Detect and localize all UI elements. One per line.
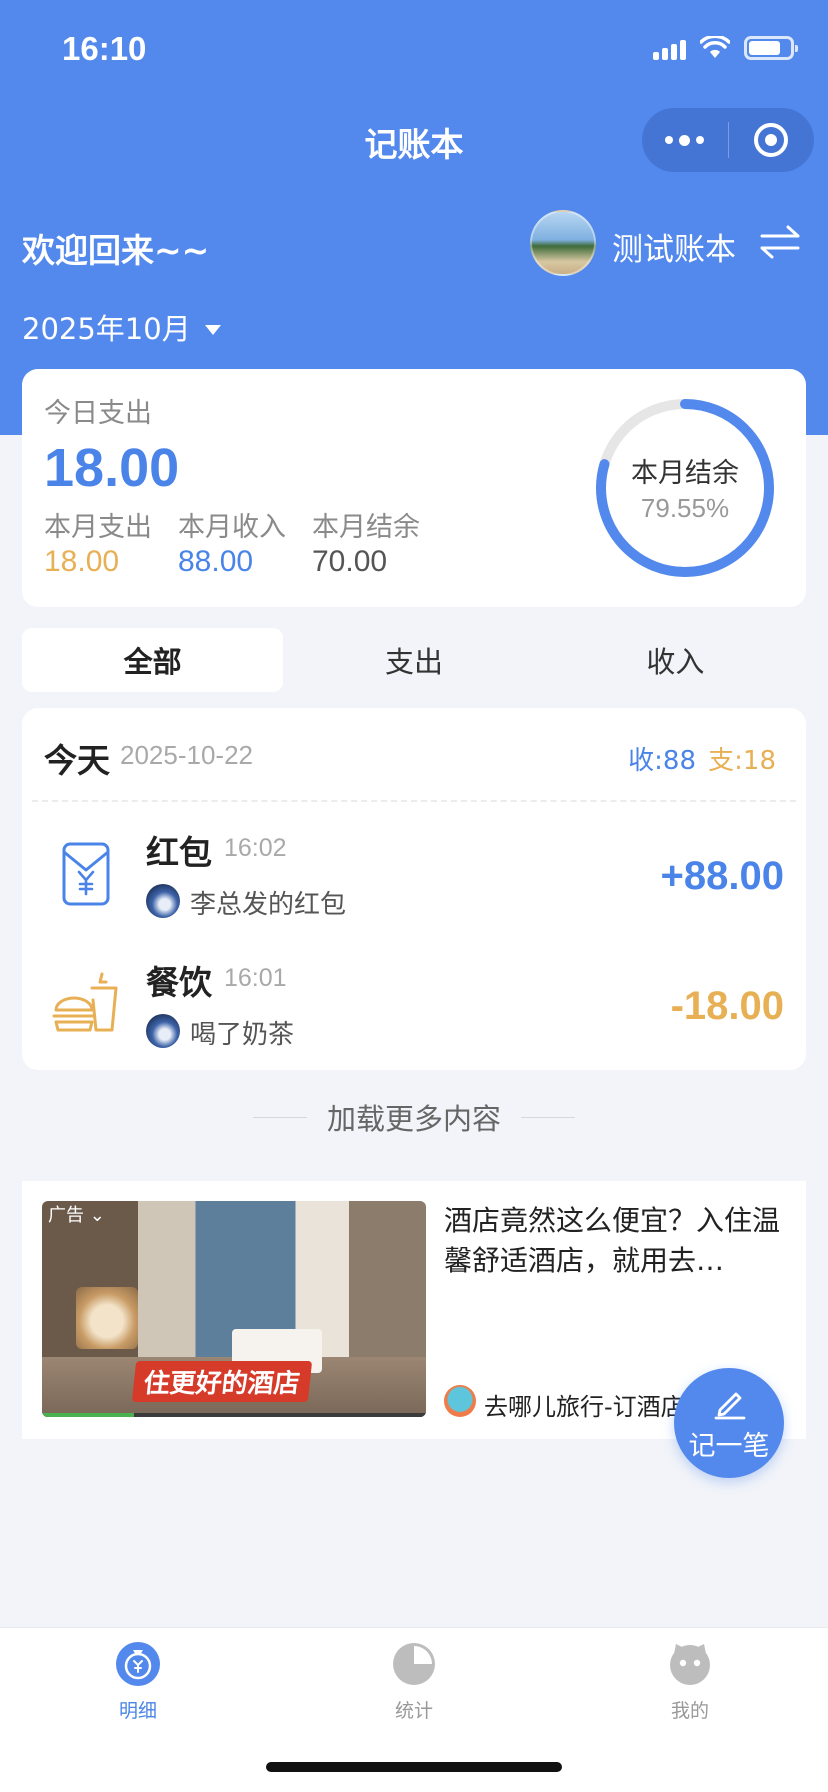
status-icons [653,36,798,60]
home-indicator [266,1762,562,1772]
welcome-text: 欢迎回来~~ [22,231,210,270]
month-expense-value: 18.00 [44,545,120,578]
food-drink-icon [52,972,118,1032]
ad-video-progress-fill [42,1413,135,1417]
record-amount: -18.00 [670,984,784,1028]
face-icon [668,1642,712,1686]
month-balance-label: 本月结余 [312,512,420,543]
load-more[interactable]: 加载更多内容 [0,1096,828,1138]
caret-down-icon [204,325,221,335]
book-avatar[interactable] [530,210,596,276]
ring-percent: 79.55% [640,493,730,523]
tab-details-label: 明细 [118,1700,157,1722]
ad-video-progress [42,1413,426,1417]
day-date: 2025-10-22 [120,740,253,770]
user-avatar [146,884,180,918]
divider [252,1116,307,1118]
tab-statistics[interactable]: 统计 [334,1642,494,1723]
add-record-button[interactable]: 记一笔 [674,1368,784,1478]
record-note: 李总发的红包 [190,890,347,920]
battery-icon [744,36,798,60]
user-avatar [146,1014,180,1048]
summary-card: 今日支出 18.00 本月支出 本月收入 本月结余 18.00 88.00 70… [22,369,806,607]
pen-icon [714,1392,746,1420]
tab-statistics-label: 统计 [394,1700,433,1722]
ad-video-thumbnail[interactable]: 广告 ⌄ 住更好的酒店 [42,1201,426,1417]
tab-expense[interactable]: 支出 [283,628,544,692]
today-expense-amount: 18.00 [44,438,180,498]
ad-brand: 去哪儿旅行-订酒店 [484,1393,685,1421]
ring-label: 本月结余 [631,458,739,489]
tab-all[interactable]: 全部 [22,628,284,692]
ad-tag[interactable]: 广告 ⌄ [48,1201,105,1227]
close-miniprogram-icon[interactable] [729,123,815,157]
record-category: 红包 [146,833,212,872]
wifi-icon [700,36,730,58]
record-time: 16:02 [224,834,287,862]
tab-profile-label: 我的 [670,1700,709,1722]
add-record-label: 记一笔 [688,1431,770,1462]
load-more-label: 加载更多内容 [326,1102,501,1136]
tab-details[interactable]: 明细 [58,1642,218,1723]
divider [521,1116,575,1118]
ad-title: 酒店竟然这么便宜？入住温馨舒适酒店，就用去… [444,1204,781,1277]
record-amount: +88.00 [660,854,784,898]
month-picker[interactable]: 2025年10月 [22,306,221,348]
miniprogram-capsule [642,108,814,172]
tab-income[interactable]: 收入 [545,628,806,692]
today-expense-label: 今日支出 [44,398,152,429]
record-note: 喝了奶茶 [190,1020,295,1050]
record-time: 16:01 [224,964,287,992]
divider [32,800,796,802]
month-balance-value: 70.00 [312,545,388,578]
day-income-total: 收:88 [628,746,696,776]
day-expense-total: 支:18 [708,746,776,776]
tab-profile[interactable]: 我的 [610,1642,770,1723]
ad-caption: 住更好的酒店 [131,1361,313,1402]
day-title: 今天 [44,741,110,780]
record-category: 餐饮 [146,963,212,1002]
month-label: 2025年10月 [22,312,191,346]
more-options-icon[interactable] [642,134,728,146]
month-income-value: 88.00 [178,545,254,578]
switch-book-icon[interactable] [758,224,802,260]
brand-logo-icon [444,1385,476,1417]
month-expense-label: 本月支出 [44,512,152,543]
status-time: 16:10 [62,30,147,67]
ad-image-cat [76,1287,138,1349]
red-envelope-icon [62,842,110,906]
month-income-label: 本月收入 [178,512,286,543]
records-card: 今天 2025-10-22 收:88 支:18 红包 16:02 李总发的红包 … [22,708,806,1070]
cellular-signal-icon [653,36,686,60]
book-name[interactable]: 测试账本 [612,224,736,269]
filter-tabs: 全部 支出 收入 [22,628,806,692]
pie-chart-icon [392,1642,436,1686]
record-item[interactable]: 红包 16:02 李总发的红包 +88.00 [22,814,806,934]
record-item[interactable]: 餐饮 16:01 喝了奶茶 -18.00 [22,944,806,1064]
money-bag-icon [116,1642,160,1686]
